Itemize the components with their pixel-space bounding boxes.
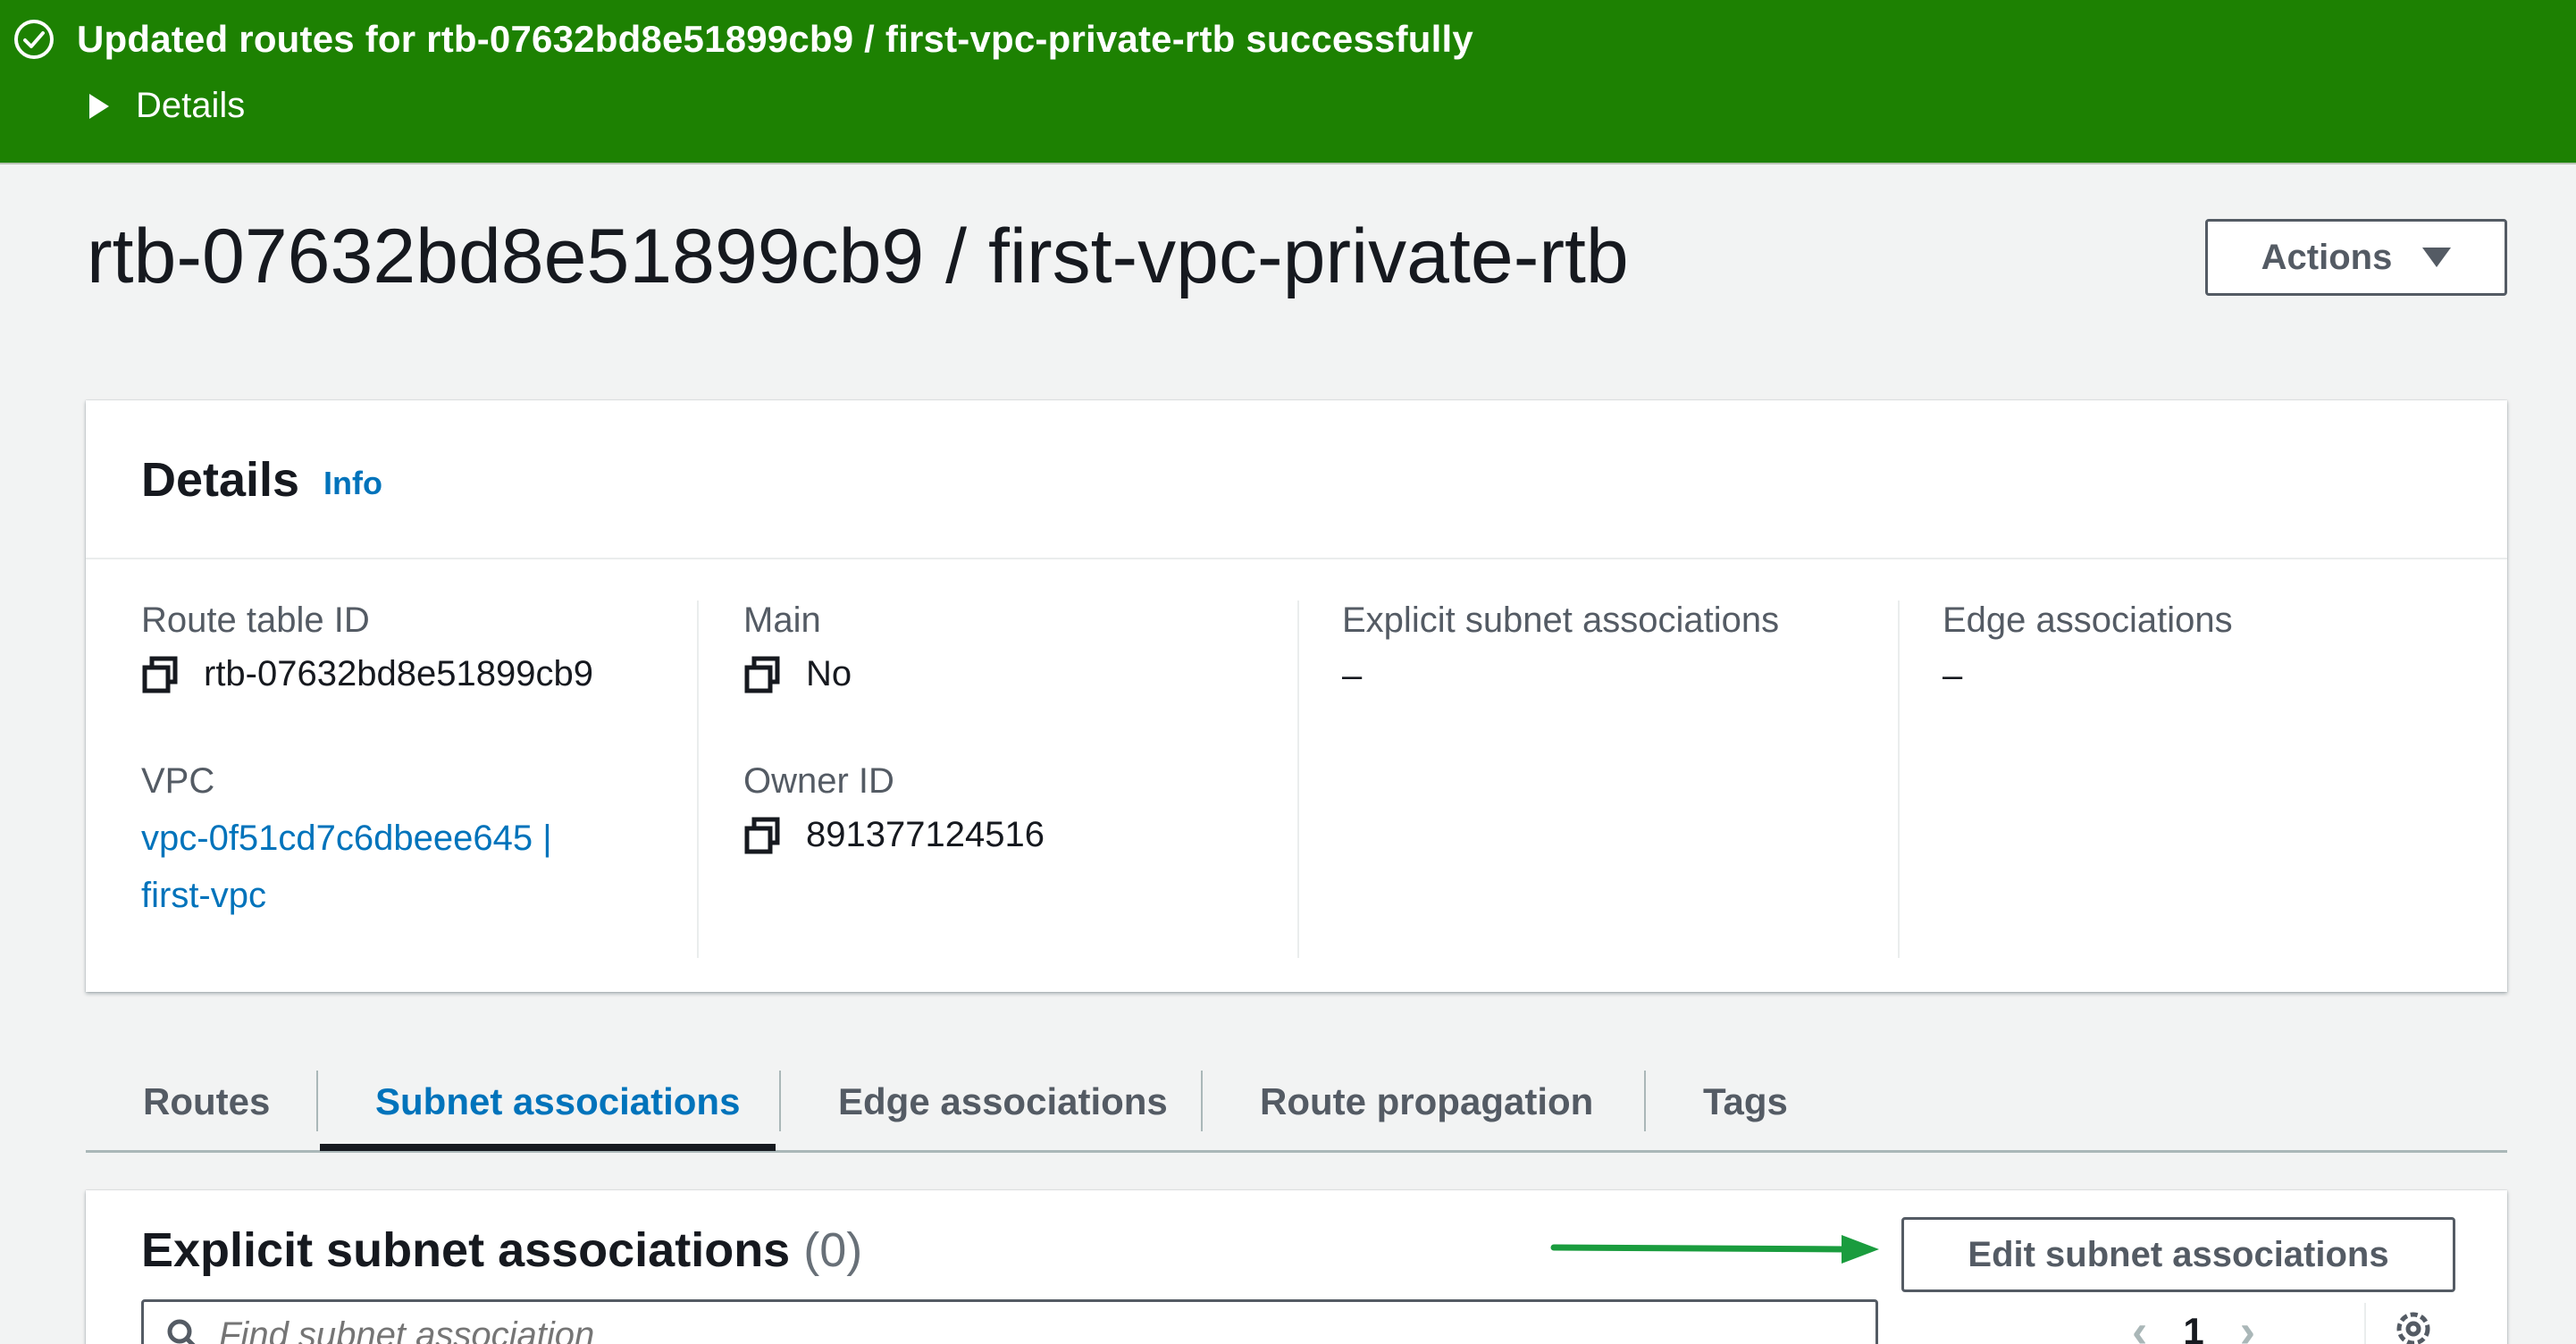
tab-routes[interactable]: Routes [143, 1051, 270, 1153]
actions-dropdown-button[interactable]: Actions [2205, 219, 2507, 296]
main-label: Main [743, 601, 821, 640]
route-table-id-value: rtb-07632bd8e51899cb9 [141, 654, 593, 694]
owner-id-value: 891377124516 [743, 815, 1045, 855]
tab-subnet-associations[interactable]: Subnet associations [375, 1051, 740, 1153]
flash-details-toggle[interactable]: Details [89, 86, 245, 126]
tab-tags[interactable]: Tags [1703, 1051, 1788, 1153]
vpc-label: VPC [141, 761, 215, 801]
search-field[interactable] [141, 1299, 1878, 1344]
details-column-3: Explicit subnet associations – [1297, 601, 1898, 958]
tab-separator [779, 1071, 781, 1131]
tab-separator [1201, 1071, 1203, 1131]
owner-id-text: 891377124516 [806, 815, 1045, 854]
panel-title: Explicit subnet associations (0) [141, 1222, 862, 1278]
caret-down-icon [2422, 248, 2452, 267]
gear-icon[interactable] [2391, 1306, 2436, 1344]
flash-message: Updated routes for rtb-07632bd8e51899cb9… [77, 18, 1473, 60]
main-value: No [743, 654, 852, 694]
tab-edge-associations[interactable]: Edge associations [838, 1051, 1168, 1153]
details-card: Details Info Route table ID rtb-07632bd8… [86, 400, 2507, 992]
details-column-2: Main No Owner ID 891377124516 [697, 601, 1297, 958]
copy-icon[interactable] [141, 656, 179, 693]
annotation-arrow-icon [1550, 1235, 1879, 1264]
active-tab-indicator [320, 1144, 776, 1151]
flash-details-label: Details [136, 86, 246, 125]
owner-id-label: Owner ID [743, 761, 894, 801]
flash-header: Updated routes for rtb-07632bd8e51899cb9… [13, 18, 1473, 61]
edge-associations-value: – [1942, 656, 1963, 695]
tab-separator [1644, 1071, 1646, 1131]
info-link[interactable]: Info [323, 465, 382, 502]
vpc-name-link[interactable]: first-vpc [141, 876, 266, 916]
panel-title-text: Explicit subnet associations [141, 1223, 791, 1277]
tab-separator [316, 1071, 318, 1131]
route-table-id-label: Route table ID [141, 601, 370, 640]
edit-subnet-associations-button[interactable]: Edit subnet associations [1901, 1217, 2455, 1292]
edge-associations-label: Edge associations [1942, 601, 2233, 640]
search-input[interactable] [219, 1315, 1827, 1344]
page: Updated routes for rtb-07632bd8e51899cb9… [0, 0, 2576, 1344]
current-page[interactable]: 1 [2183, 1310, 2203, 1344]
copy-icon[interactable] [743, 817, 781, 854]
explicit-subnet-associations-label: Explicit subnet associations [1342, 601, 1780, 640]
success-flash-banner: Updated routes for rtb-07632bd8e51899cb9… [0, 0, 2576, 164]
page-title: rtb-07632bd8e51899cb9 / first-vpc-privat… [87, 214, 1629, 299]
route-table-id-text: rtb-07632bd8e51899cb9 [204, 654, 593, 693]
panel-count: (0) [803, 1223, 863, 1277]
pagination: ‹ 1 › [2132, 1305, 2255, 1344]
success-check-icon [14, 20, 54, 59]
next-page-icon[interactable]: › [2240, 1305, 2255, 1344]
actions-label: Actions [2261, 237, 2393, 277]
caret-right-icon [89, 93, 109, 119]
details-column-4: Edge associations – [1898, 601, 2505, 958]
copy-icon[interactable] [743, 656, 781, 693]
explicit-subnet-associations-value: – [1342, 656, 1363, 695]
main-text: No [806, 654, 852, 693]
vpc-link[interactable]: vpc-0f51cd7c6dbeee645 | [141, 819, 552, 859]
explicit-subnet-associations-panel: Explicit subnet associations (0) Edit su… [86, 1190, 2507, 1344]
tab-route-propagation[interactable]: Route propagation [1260, 1051, 1593, 1153]
prev-page-icon[interactable]: ‹ [2132, 1305, 2147, 1344]
pager-separator [2364, 1303, 2366, 1344]
details-title: Details [141, 453, 300, 507]
tab-bar: Routes Subnet associations Edge associat… [86, 1051, 2507, 1153]
details-column-1: Route table ID rtb-07632bd8e51899cb9 VPC… [141, 601, 695, 958]
details-card-header: Details Info [86, 400, 2507, 559]
search-icon [167, 1319, 196, 1344]
